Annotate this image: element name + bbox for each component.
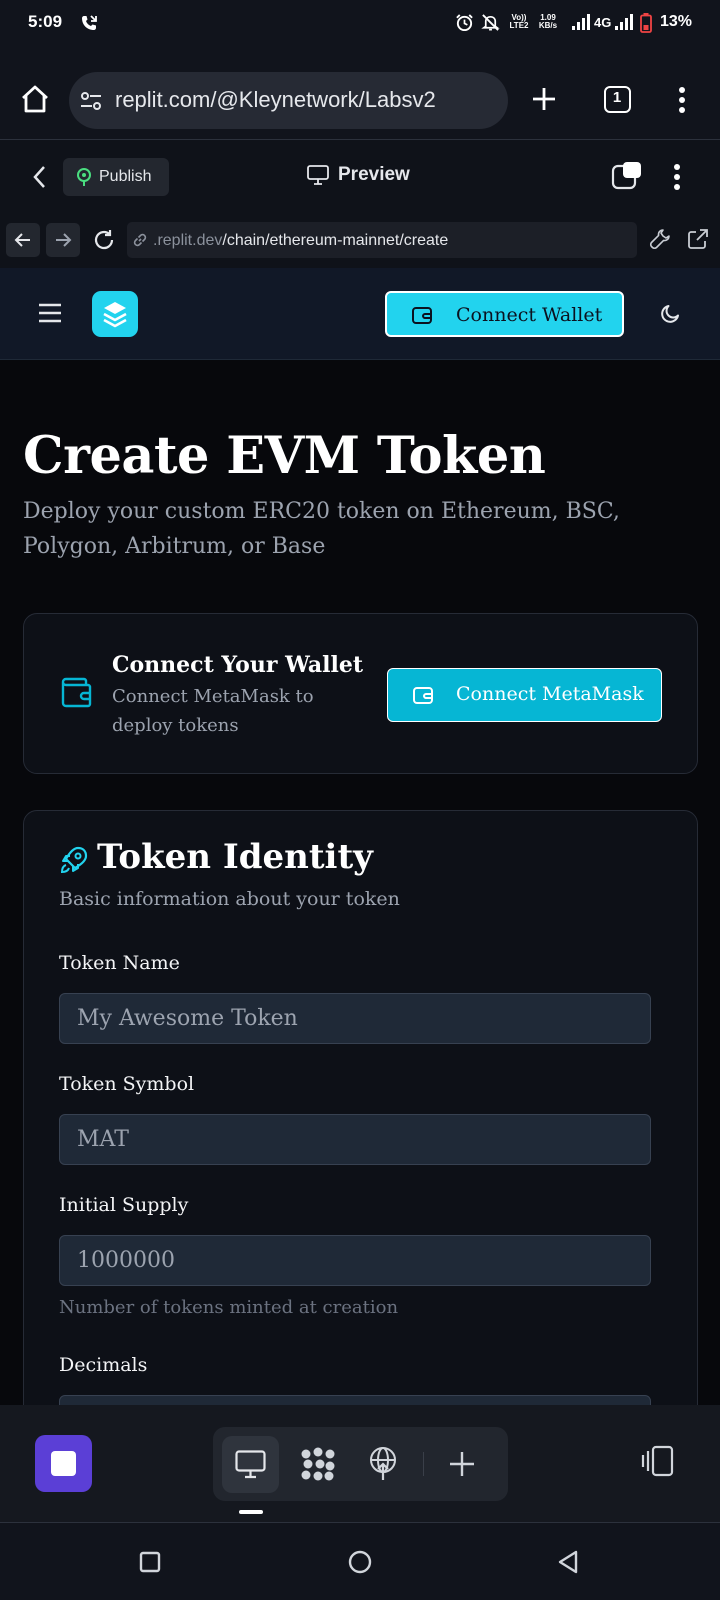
decimals-label: Decimals [59,1354,148,1376]
active-tab-indicator [239,1510,263,1514]
preview-url-path: /chain/ethereum-mainnet/create [222,232,449,249]
connect-wallet-button[interactable]: Connect Wallet [385,291,624,337]
link-icon [133,233,147,247]
stop-button[interactable] [35,1435,92,1492]
home-circle-icon[interactable] [348,1550,372,1574]
token-identity-title: Token Identity [97,837,373,877]
overlay-windows-icon[interactable] [611,160,643,190]
site-navbar: Connect Wallet [0,268,720,360]
arrow-right-icon [56,233,72,247]
publish-icon [77,168,91,186]
monitor-icon [235,1450,266,1479]
preview-url-field[interactable]: .replit.dev/chain/ethereum-mainnet/creat… [127,222,637,258]
token-symbol-input[interactable] [59,1114,651,1165]
publish-label: Publish [99,168,152,185]
address-text: replit.com/@Kleynetwork/Labsv2 [115,87,436,112]
site-settings-icon[interactable] [79,89,103,113]
tool-divider [423,1452,424,1476]
home-icon[interactable] [20,84,50,114]
arrow-left-icon [14,233,30,247]
preview-back-button[interactable] [6,223,40,257]
call-forward-icon [82,15,97,30]
battery-low-icon [640,13,652,33]
initial-supply-input[interactable] [59,1235,651,1286]
tab-apps[interactable] [300,1446,336,1482]
wallet-card-description: Connect MetaMask to deploy tokens [112,686,314,736]
moon-icon[interactable] [660,302,682,324]
network-type: 4G [594,15,612,30]
bell-off-icon [481,14,500,31]
back-icon[interactable] [33,165,47,189]
wallet-icon [413,687,433,704]
preview-url-domain: .replit.dev [153,232,223,249]
battery-percent: 13% [659,13,692,30]
main-content: Create EVM Token Deploy your custom ERC2… [0,360,720,1405]
page-subtitle: Deploy your custom ERC20 token on Ethere… [23,499,620,559]
tool-tabs [213,1427,508,1501]
decimals-input[interactable] [59,1395,651,1405]
signal-icon [572,14,590,30]
connect-wallet-label: Connect Wallet [456,304,603,326]
preview-url-bar: .replit.dev/chain/ethereum-mainnet/creat… [0,214,720,268]
token-identity-card: Token Identity Basic information about y… [23,810,698,1405]
open-external-icon[interactable] [687,228,709,250]
new-tab-icon[interactable] [531,86,557,112]
volte-indicator: Vo)) LTE2 [509,13,529,30]
more-options-icon[interactable] [673,163,681,191]
token-name-label: Token Name [59,952,180,974]
reload-icon[interactable] [92,228,116,252]
token-identity-description: Basic information about your token [59,888,400,910]
layers-logo-icon [103,302,127,328]
connect-metamask-button[interactable]: Connect MetaMask [387,668,662,722]
browser-menu-icon[interactable] [678,86,686,114]
system-navigation-bar [0,1522,720,1600]
wallet-icon [412,307,432,324]
initial-supply-help: Number of tokens minted at creation [59,1297,399,1318]
tab-deploy[interactable] [368,1446,398,1482]
page-title: Create EVM Token [23,426,546,486]
wallet-icon [61,677,92,708]
wrench-icon[interactable] [649,228,671,250]
preview-title: Preview [338,164,410,185]
status-time: 5:09 [28,12,63,31]
hamburger-menu-icon[interactable] [38,303,62,323]
network-speed: 1.09 KB/s [538,13,558,30]
replit-bottom-toolbar [0,1405,720,1522]
status-bar: 5:09 Vo)) LTE2 1.09 KB/s 4G 13% [0,0,720,46]
tab-switcher-button[interactable]: 1 [604,86,631,113]
connect-metamask-label: Connect MetaMask [456,683,644,705]
alarm-icon [456,14,473,32]
recents-icon[interactable] [139,1551,161,1573]
browser-toolbar: replit.com/@Kleynetwork/Labsv2 1 [0,46,720,140]
address-bar[interactable]: replit.com/@Kleynetwork/Labsv2 [69,72,508,129]
back-triangle-icon[interactable] [557,1550,579,1574]
stop-icon [51,1451,76,1476]
panels-icon[interactable] [640,1445,674,1477]
initial-supply-label: Initial Supply [59,1194,189,1216]
replit-header: Publish Preview [0,140,720,214]
rocket-icon [60,846,88,874]
token-name-input[interactable] [59,993,651,1044]
site-logo[interactable] [92,291,138,337]
signal-icon-2 [615,14,633,30]
tab-count: 1 [612,89,622,106]
monitor-icon [307,165,329,185]
tab-preview[interactable] [222,1436,279,1493]
add-tab-icon[interactable] [449,1451,475,1477]
publish-button[interactable]: Publish [63,158,169,196]
wallet-card-title: Connect Your Wallet [112,652,364,678]
preview-forward-button[interactable] [46,223,80,257]
connect-wallet-card: Connect Your Wallet Connect MetaMask to … [23,613,698,774]
token-symbol-label: Token Symbol [59,1073,195,1095]
